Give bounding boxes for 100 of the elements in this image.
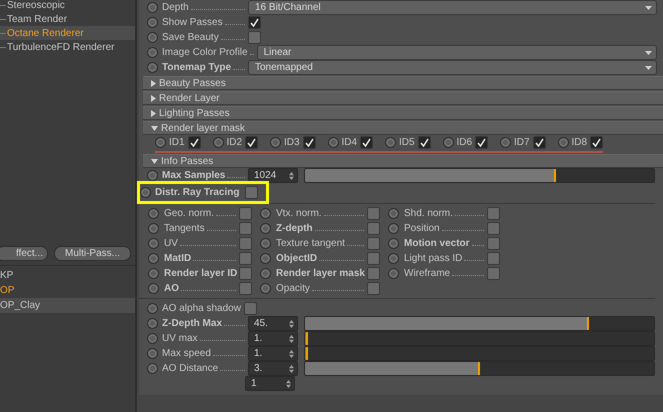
keyframe-circle-icon[interactable] (147, 170, 158, 181)
keyframe-circle-icon[interactable] (148, 223, 159, 234)
checkbox[interactable] (302, 136, 316, 149)
slider[interactable] (304, 316, 655, 331)
multi-pass-button[interactable]: Multi-Pass... (54, 246, 131, 261)
checkbox[interactable] (475, 136, 488, 149)
keyframe-circle-icon[interactable] (148, 268, 159, 279)
dropdown[interactable]: Linear (256, 45, 657, 60)
checkbox[interactable] (239, 252, 252, 265)
number-field[interactable]: 45. (248, 316, 298, 331)
keyframe-circle-icon[interactable] (388, 253, 399, 264)
checkbox[interactable] (360, 136, 374, 149)
list-item[interactable]: OP (0, 283, 135, 298)
keyframe-circle-icon[interactable] (385, 137, 396, 148)
spinner-arrows-icon[interactable] (289, 320, 294, 328)
checkbox[interactable] (239, 267, 252, 280)
dropdown[interactable]: 16 Bit/Channel (248, 0, 657, 15)
keyframe-circle-icon[interactable] (147, 62, 158, 73)
keyframe-circle-icon[interactable] (260, 238, 271, 249)
checkbox[interactable] (248, 16, 261, 29)
keyframe-circle-icon[interactable] (388, 268, 399, 279)
group-header[interactable]: Render Layer (143, 91, 663, 105)
checkbox[interactable] (239, 222, 252, 235)
checkbox[interactable] (188, 136, 201, 149)
checkbox[interactable] (367, 252, 380, 265)
group-header[interactable]: Render layer mask (143, 121, 663, 135)
keyframe-circle-icon[interactable] (212, 137, 224, 148)
keyframe-circle-icon[interactable] (148, 253, 159, 264)
group-header[interactable]: Lighting Passes (143, 106, 663, 120)
tree-item[interactable]: Team Render (0, 12, 135, 26)
keyframe-circle-icon[interactable] (147, 303, 158, 314)
list-item[interactable]: KP (0, 268, 135, 283)
keyframe-circle-icon[interactable] (500, 137, 511, 148)
keyframe-circle-icon[interactable] (388, 238, 399, 249)
checkbox[interactable] (487, 252, 500, 265)
keyframe-circle-icon[interactable] (388, 223, 399, 234)
spinner-arrows-icon[interactable] (289, 334, 294, 342)
group-header[interactable]: Info Passes (143, 154, 663, 168)
slider[interactable] (304, 168, 655, 183)
checkbox[interactable] (239, 207, 252, 220)
checkbox[interactable] (367, 267, 380, 280)
slider[interactable] (304, 346, 655, 361)
checkbox[interactable] (590, 136, 604, 149)
checkbox[interactable] (367, 222, 380, 235)
keyframe-circle-icon[interactable] (148, 208, 159, 219)
number-field[interactable]: 1. (248, 346, 298, 361)
checkbox[interactable] (248, 31, 261, 44)
tree-item[interactable]: Octane Renderer (0, 26, 135, 40)
checkbox[interactable] (487, 267, 500, 280)
tree-item[interactable]: TurbulenceFD Renderer (0, 40, 135, 54)
checkbox[interactable] (244, 302, 257, 315)
checkbox[interactable] (487, 222, 500, 235)
checkbox[interactable] (367, 207, 380, 220)
keyframe-circle-icon[interactable] (442, 137, 454, 148)
checkbox[interactable] (487, 207, 500, 220)
checkbox[interactable] (239, 282, 252, 295)
checkbox[interactable] (532, 136, 546, 149)
dropdown[interactable]: Tonemapped (248, 60, 657, 75)
spinner-arrows-icon[interactable] (289, 172, 294, 180)
keyframe-circle-icon[interactable] (147, 318, 158, 329)
keyframe-circle-icon[interactable] (148, 283, 159, 294)
number-field[interactable]: 1024 (248, 168, 298, 183)
keyframe-circle-icon[interactable] (147, 2, 158, 13)
keyframe-circle-icon[interactable] (147, 363, 158, 374)
keyframe-circle-icon[interactable] (147, 348, 158, 359)
checkbox[interactable] (487, 237, 500, 250)
number-field[interactable]: 1 (245, 376, 295, 391)
keyframe-circle-icon[interactable] (260, 253, 271, 264)
checkbox[interactable] (367, 282, 380, 295)
list-item[interactable]: OP_Clay (0, 298, 135, 313)
spinner-arrows-icon[interactable] (286, 380, 291, 388)
keyframe-circle-icon[interactable] (147, 47, 158, 58)
keyframe-circle-icon[interactable] (388, 208, 399, 219)
keyframe-circle-icon[interactable] (260, 283, 271, 294)
checkbox[interactable] (245, 186, 258, 198)
keyframe-circle-icon[interactable] (260, 268, 271, 279)
keyframe-circle-icon[interactable] (270, 137, 281, 148)
checkbox[interactable] (367, 237, 380, 250)
number-field[interactable]: 3. (248, 361, 298, 376)
group-header[interactable]: Beauty Passes (143, 76, 663, 90)
checkbox[interactable] (418, 136, 431, 149)
keyframe-circle-icon[interactable] (328, 137, 338, 148)
keyframe-circle-icon[interactable] (260, 223, 271, 234)
keyframe-circle-icon[interactable] (147, 32, 158, 43)
checkbox[interactable] (239, 237, 252, 250)
keyframe-circle-icon[interactable] (148, 238, 159, 249)
keyframe-circle-icon[interactable] (147, 17, 158, 28)
keyframe-circle-icon[interactable] (155, 137, 166, 148)
spinner-arrows-icon[interactable] (289, 364, 294, 372)
tree-item[interactable]: Stereoscopic (0, 0, 135, 12)
number-field[interactable]: 1. (248, 331, 298, 346)
slider[interactable] (304, 361, 655, 376)
keyframe-circle-icon[interactable] (140, 186, 151, 198)
slider[interactable] (304, 331, 655, 346)
keyframe-circle-icon[interactable] (558, 137, 568, 148)
spinner-arrows-icon[interactable] (289, 350, 294, 358)
keyframe-circle-icon[interactable] (147, 333, 158, 344)
keyframe-circle-icon[interactable] (260, 208, 271, 219)
effect-button[interactable]: ffect... (0, 246, 48, 261)
checkbox[interactable] (245, 136, 258, 149)
